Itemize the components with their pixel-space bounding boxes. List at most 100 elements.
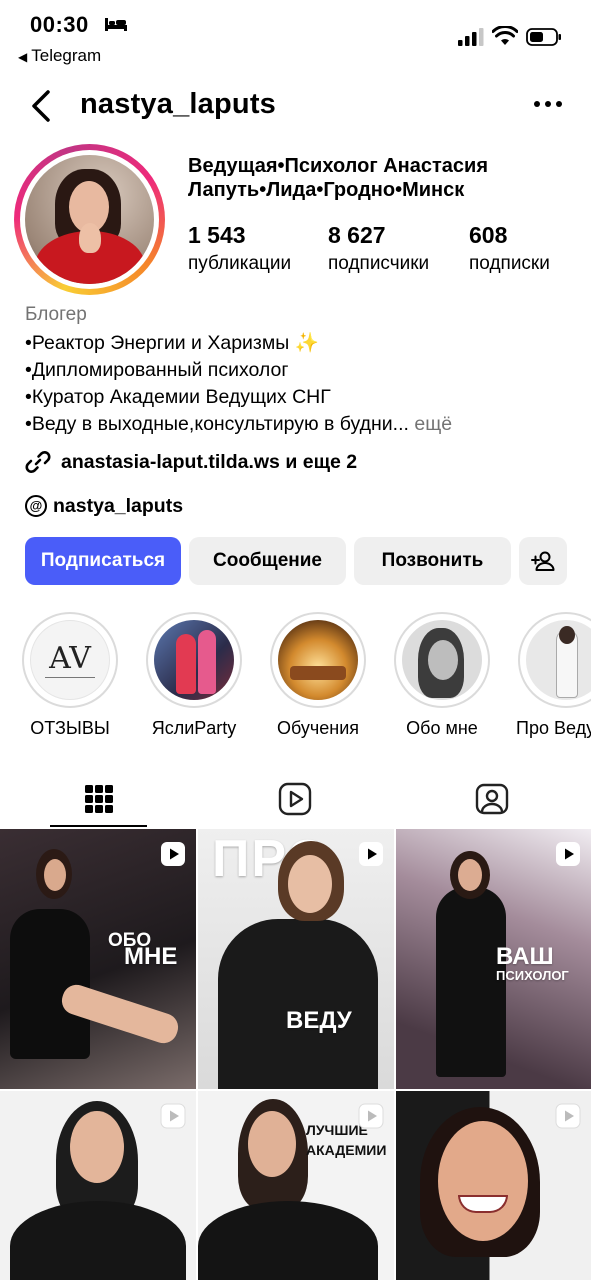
post-person-body xyxy=(10,1201,186,1280)
threads-badge[interactable]: @ nastya_laputs xyxy=(25,492,183,520)
posts-grid: ОБО МНЕ ПРО ВЕДУ ВАШ ПСИХОЛОГ ЛУЧШИЕ АКА… xyxy=(0,829,591,1280)
highlight-cover xyxy=(154,620,234,700)
bio-line: •Куратор Академии Ведущих СНГ xyxy=(25,386,331,408)
bio-line: •Дипломированный психолог xyxy=(25,359,289,381)
highlight-obucheniya[interactable]: Обучения xyxy=(268,612,368,739)
bio-line: •Реактор Энергии и Харизмы ✨ xyxy=(25,332,319,354)
tab-reels[interactable] xyxy=(246,770,343,828)
status-time: 00:30 xyxy=(30,12,89,37)
post-text-line2: ПСИХОЛОГ xyxy=(496,968,569,983)
grid-post[interactable]: ОБО МНЕ xyxy=(0,829,196,1089)
highlight-book xyxy=(290,666,346,680)
grid-post[interactable] xyxy=(0,1091,196,1280)
back-app-label: Telegram xyxy=(31,46,102,65)
threads-icon: @ xyxy=(25,495,47,517)
highlight-cover xyxy=(526,620,591,700)
reel-badge-icon xyxy=(359,842,383,866)
stat-followers-label: подписчики xyxy=(328,253,430,274)
profile-link-text: anastasia-laput.tilda.ws и еще 2 xyxy=(61,450,358,473)
highlight-face xyxy=(428,640,458,680)
grid-post[interactable] xyxy=(396,1091,591,1280)
profile-category: Блогер xyxy=(25,304,87,325)
highlight-obo-mne[interactable]: Обо мне xyxy=(392,612,492,739)
tagged-person-icon xyxy=(475,783,508,815)
grid-post[interactable]: ЛУЧШИЕ АКАДЕМИИ xyxy=(198,1091,394,1280)
highlight-figure xyxy=(198,630,216,694)
back-to-app-link[interactable]: ◀ Telegram xyxy=(18,46,101,66)
stat-followers[interactable]: 8 627 подписчики xyxy=(328,222,429,275)
grid-post[interactable]: ВАШ ПСИХОЛОГ xyxy=(396,829,591,1089)
profile-link[interactable]: anastasia-laput.tilda.ws и еще 2 xyxy=(25,448,357,476)
tab-posts-grid[interactable] xyxy=(50,770,147,828)
post-person-face xyxy=(288,855,332,913)
highlight-cover xyxy=(402,620,482,700)
avatar-story-ring[interactable] xyxy=(14,144,165,295)
reel-badge-icon xyxy=(160,1103,186,1129)
profile-full-name: Ведущая•Психолог Анастасия Лапуть•Лида•Г… xyxy=(188,155,488,201)
post-person-face xyxy=(44,859,66,891)
post-text-line2: МНЕ xyxy=(124,943,178,970)
profile-bio: •Реактор Энергии и Харизмы ✨ •Дипломиров… xyxy=(25,330,575,438)
reel-badge-icon xyxy=(556,842,580,866)
call-button[interactable]: Позвонить xyxy=(354,537,511,585)
tab-tagged[interactable] xyxy=(443,770,540,828)
post-person-body xyxy=(218,919,378,1089)
cellular-signal-icon xyxy=(458,28,484,46)
avatar xyxy=(25,155,154,284)
profile-tabs xyxy=(0,770,591,828)
post-text-line2: АКАДЕМИИ xyxy=(306,1142,387,1158)
post-person-face xyxy=(458,859,482,891)
highlight-otzyvy[interactable]: AV ОТЗЫВЫ xyxy=(20,612,120,739)
highlight-label: Про Ведущих xyxy=(516,718,591,738)
highlight-label: ОТЗЫВЫ xyxy=(30,718,110,738)
bio-more-link[interactable]: ещё xyxy=(414,413,452,435)
highlight-pro-vedushchikh[interactable]: Про Ведущих xyxy=(516,612,591,739)
follow-button[interactable]: Подписаться xyxy=(25,537,181,585)
bio-line: •Веду в выходные,консультирую в будни... xyxy=(25,413,409,435)
highlight-ring xyxy=(270,612,366,708)
reels-icon xyxy=(278,782,311,816)
highlight-figure xyxy=(176,634,196,694)
highlight-clip: Про Ведущих xyxy=(516,612,591,752)
suggested-users-button[interactable] xyxy=(519,537,567,585)
reel-badge-icon xyxy=(358,1103,384,1129)
post-person-face xyxy=(70,1111,124,1183)
active-tab-indicator xyxy=(50,825,147,827)
highlight-cover: AV xyxy=(30,620,110,700)
threads-username: nastya_laputs xyxy=(53,494,184,517)
post-person-face xyxy=(248,1111,296,1177)
link-icon xyxy=(25,451,51,473)
grid-icon xyxy=(84,785,113,813)
bio-line-last: •Веду в выходные,консультирую в будни...… xyxy=(25,411,575,438)
avatar-ring-gap xyxy=(20,150,159,289)
reel-badge-icon xyxy=(555,1103,581,1129)
message-button[interactable]: Сообщение xyxy=(189,537,346,585)
back-arrow-icon[interactable] xyxy=(26,86,56,126)
highlight-label: Обо мне xyxy=(406,718,478,738)
stat-following-label: подписки xyxy=(469,253,550,274)
highlight-label: Обучения xyxy=(276,718,360,738)
stat-following-value: 608 xyxy=(469,222,508,248)
post-person-face xyxy=(438,1121,528,1241)
grid-post[interactable]: ПРО ВЕДУ xyxy=(198,829,394,1089)
stat-following[interactable]: 608 подписки xyxy=(469,222,550,275)
highlight-ring: AV xyxy=(22,612,118,708)
stat-posts-value: 1 543 xyxy=(188,222,246,248)
highlight-ring xyxy=(146,612,242,708)
more-options-icon[interactable] xyxy=(530,92,566,116)
highlight-ring xyxy=(518,612,591,708)
highlight-figure-head xyxy=(559,626,575,644)
stat-posts-label: публикации xyxy=(188,253,292,274)
highlight-label: ЯслиParty xyxy=(151,718,237,738)
battery-icon xyxy=(526,28,561,46)
reel-badge-icon xyxy=(161,842,185,866)
post-person-body xyxy=(198,1201,378,1280)
highlight-yasliparty[interactable]: ЯслиParty xyxy=(144,612,244,739)
stat-followers-value: 8 627 xyxy=(328,222,386,248)
stat-posts[interactable]: 1 543 публикации xyxy=(188,222,291,275)
post-text-line1: ВАШ xyxy=(496,943,554,970)
profile-header: nastya_laputs xyxy=(0,80,591,132)
back-triangle-icon: ◀ xyxy=(18,50,28,64)
post-text-line1: ВЕДУ xyxy=(286,1007,352,1034)
profile-username: nastya_laputs xyxy=(80,88,277,120)
